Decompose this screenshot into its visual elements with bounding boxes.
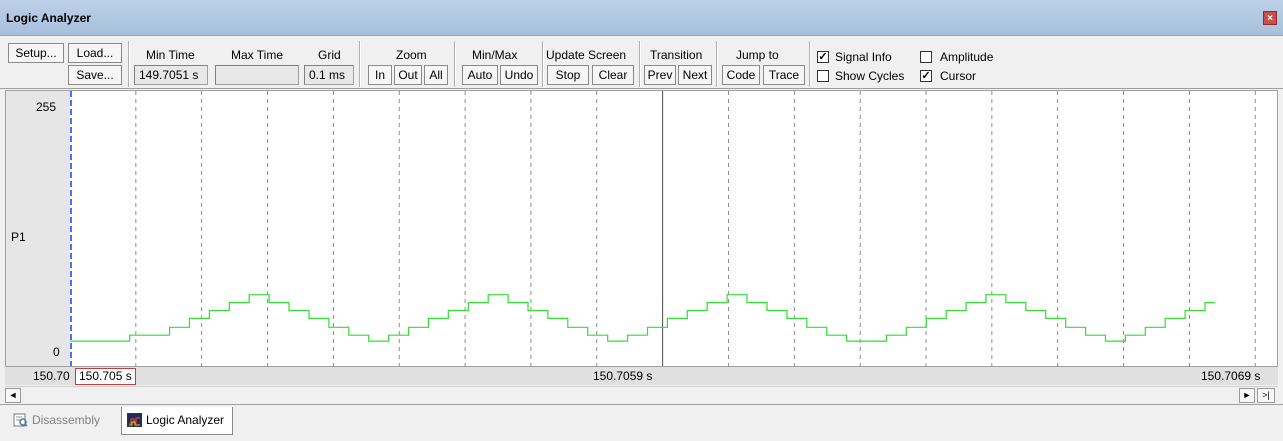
transition-next-button[interactable]: Next (678, 65, 712, 85)
amplitude-checkbox[interactable] (920, 51, 932, 63)
time-center-label: 150.7059 s (593, 369, 653, 383)
disassembly-icon (13, 413, 28, 427)
signal-info-label: Signal Info (835, 50, 892, 64)
load-button[interactable]: Load... (68, 43, 122, 63)
scroll-left-button[interactable]: ◄ (5, 388, 21, 403)
cursor-checkbox[interactable]: ✓ (920, 70, 932, 82)
show-cycles-label: Show Cycles (835, 69, 905, 83)
signal-info-checkbox[interactable]: ✓ (817, 51, 829, 63)
minmax-label: Min/Max (472, 48, 518, 62)
transition-label: Transition (650, 48, 703, 62)
tab-disassembly[interactable]: Disassembly (8, 407, 108, 435)
toolbar-separator (542, 41, 544, 87)
jump-trace-button[interactable]: Trace (763, 65, 805, 85)
setup-button[interactable]: Setup... (8, 43, 64, 63)
jump-to-label: Jump to (736, 48, 779, 62)
grid-value: 0.1 ms (304, 65, 354, 85)
show-cycles-checkbox[interactable] (817, 70, 829, 82)
scroll-end-button[interactable]: >| (1257, 388, 1275, 403)
tab-logic-analyzer-label: Logic Analyzer (146, 413, 225, 427)
title-bar: Logic Analyzer × (0, 0, 1283, 36)
toolbar-separator (359, 41, 361, 87)
toolbar-separator (454, 41, 456, 87)
time-axis: 150.70 150.705 s 150.7059 s 150.7069 s (5, 367, 1278, 385)
time-left-label: 150.70 (33, 369, 70, 383)
tab-strip: Disassembly Logic Analyzer (0, 404, 1283, 441)
minmax-undo-button[interactable]: Undo (500, 65, 538, 85)
min-time-label: Min Time (146, 48, 195, 62)
max-time-label: Max Time (231, 48, 284, 62)
minmax-auto-button[interactable]: Auto (462, 65, 498, 85)
scroll-right-button[interactable]: ► (1239, 388, 1255, 403)
tab-logic-analyzer[interactable]: Logic Analyzer (121, 407, 234, 435)
update-screen-label: Update Screen (546, 48, 627, 62)
close-icon[interactable]: × (1263, 11, 1277, 25)
time-right-label: 150.7069 s (1201, 369, 1261, 383)
zoom-in-button[interactable]: In (368, 65, 392, 85)
zoom-all-button[interactable]: All (424, 65, 448, 85)
update-clear-button[interactable]: Clear (592, 65, 634, 85)
jump-code-button[interactable]: Code (722, 65, 760, 85)
tab-disassembly-label: Disassembly (32, 413, 101, 427)
min-time-value: 149.7051 s (134, 65, 208, 85)
toolbar: Setup... Load... Save... Min Time 149.70… (0, 37, 1283, 89)
toolbar-separator (809, 41, 811, 87)
window-title: Logic Analyzer (6, 11, 91, 25)
cursor-label: Cursor (940, 69, 977, 83)
transition-prev-button[interactable]: Prev (644, 65, 676, 85)
logic-analyzer-icon (127, 413, 142, 427)
horizontal-scrollbar[interactable]: ◄ ► >| (5, 386, 1278, 403)
zoom-out-button[interactable]: Out (394, 65, 422, 85)
toolbar-separator (128, 41, 130, 87)
save-button[interactable]: Save... (68, 65, 122, 85)
zoom-label: Zoom (396, 48, 427, 62)
waveform-svg (70, 91, 1256, 366)
amplitude-label: Amplitude (940, 50, 994, 64)
max-time-value (215, 65, 299, 85)
update-stop-button[interactable]: Stop (547, 65, 589, 85)
waveform-plot[interactable]: 255 P1 0 (5, 90, 1278, 367)
grid-label: Grid (318, 48, 341, 62)
toolbar-separator (639, 41, 641, 87)
cursor-time-box: 150.705 s (75, 368, 136, 385)
toolbar-separator (716, 41, 718, 87)
signal-trace-p1 (70, 294, 1215, 342)
